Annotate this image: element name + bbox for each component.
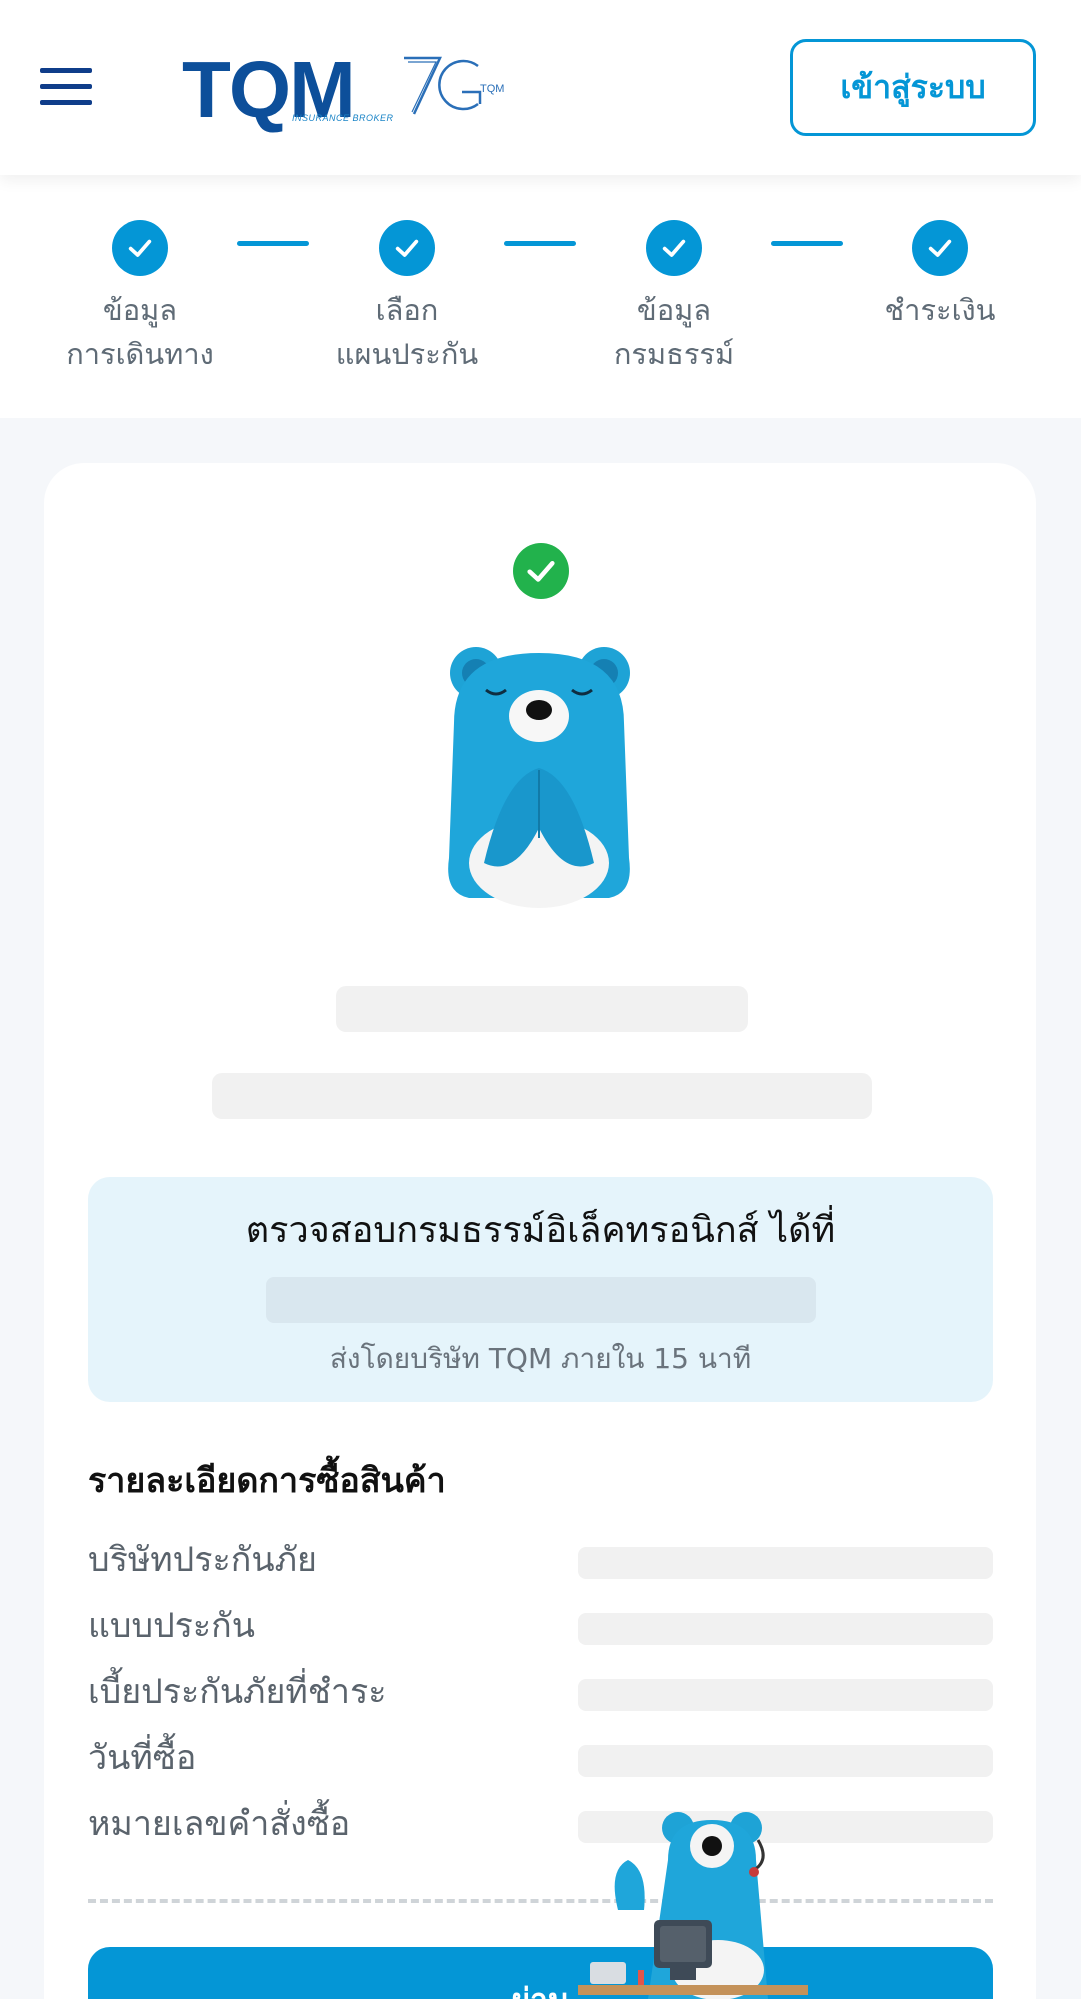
primary-action-label: ผ่าน <box>88 1975 993 1999</box>
support-chat-bear-icon[interactable] <box>578 1800 808 1999</box>
detail-value-placeholder <box>578 1679 993 1711</box>
check-icon <box>646 220 702 276</box>
bear-mascot-thankyou-icon <box>424 628 654 908</box>
progress-stepper: ข้อมูล การเดินทาง เลือก แผนประกัน ข้อมูล… <box>0 175 1081 418</box>
step-label: ข้อมูล กรมธรรม์ <box>613 293 735 371</box>
detail-row-purchase-date: วันที่ซื้อ <box>88 1733 993 1783</box>
login-button[interactable]: เข้าสู่ระบบ <box>790 39 1036 136</box>
step-choose-plan: เลือก แผนประกัน <box>317 220 497 376</box>
detail-row-order-number: หมายเลขคำสั่งซื้อ <box>88 1799 993 1849</box>
e-policy-title: ตรวจสอบกรมธรรม์อิเล็คทรอนิกส์ ได้ที่ <box>245 1210 836 1251</box>
detail-label: บริษัทประกันภัย <box>88 1540 317 1580</box>
detail-label: เบี้ยประกันภัยที่ชำระ <box>88 1672 387 1712</box>
success-card: ตรวจสอบกรมธรรม์อิเล็คทรอนิกส์ ได้ที่ ส่ง… <box>44 463 1036 1999</box>
hamburger-menu-icon[interactable] <box>40 68 92 106</box>
detail-label: วันที่ซื้อ <box>88 1738 197 1778</box>
anniversary-mark-text: TQM <box>480 83 504 95</box>
loading-placeholder <box>212 1073 872 1119</box>
detail-row-premium: เบี้ยประกันภัยที่ชำระ <box>88 1667 993 1717</box>
step-policy-info: ข้อมูล กรมธรรม์ <box>584 220 764 376</box>
detail-value-placeholder <box>578 1547 993 1579</box>
detail-value-placeholder <box>578 1613 993 1645</box>
detail-label: แบบประกัน <box>88 1606 256 1646</box>
step-label: ชำระเงิน <box>884 293 996 327</box>
purchase-details-title: รายละเอียดการซื้อสินค้า <box>88 1461 446 1501</box>
detail-value-placeholder <box>578 1745 993 1777</box>
step-travel-info: ข้อมูล การเดินทาง <box>50 220 230 376</box>
anniversary-mark-icon: TQM <box>404 56 504 115</box>
step-label: ข้อมูล การเดินทาง <box>66 293 214 371</box>
step-payment: ชำระเงิน <box>850 220 1030 332</box>
step-connector <box>504 241 576 246</box>
menu-line <box>40 68 92 73</box>
anniversary-logo: TQM <box>400 52 510 128</box>
loading-placeholder <box>336 986 748 1032</box>
check-icon <box>379 220 435 276</box>
detail-label: หมายเลขคำสั่งซื้อ <box>88 1804 351 1844</box>
step-connector <box>237 241 309 246</box>
detail-row-plan: แบบประกัน <box>88 1601 993 1651</box>
check-icon <box>912 220 968 276</box>
check-icon <box>112 220 168 276</box>
success-check-icon <box>513 543 569 599</box>
menu-line <box>40 100 92 105</box>
step-connector <box>771 241 843 246</box>
top-header: TQM INSURANCE BROKER TQM เข้าสู่ระบบ <box>0 0 1081 175</box>
step-label: เลือก แผนประกัน <box>335 293 479 371</box>
logo-tagline: INSURANCE BROKER <box>292 113 394 123</box>
e-policy-info-box: ตรวจสอบกรมธรรม์อิเล็คทรอนิกส์ ได้ที่ ส่ง… <box>88 1177 993 1402</box>
e-policy-note: ส่งโดยบริษัท TQM ภายใน 15 นาที <box>329 1342 752 1375</box>
divider <box>88 1899 993 1903</box>
e-policy-link-placeholder <box>266 1277 816 1323</box>
primary-action-button[interactable]: ผ่าน <box>88 1947 993 1999</box>
menu-line <box>40 84 92 89</box>
detail-row-insurer: บริษัทประกันภัย <box>88 1535 993 1585</box>
